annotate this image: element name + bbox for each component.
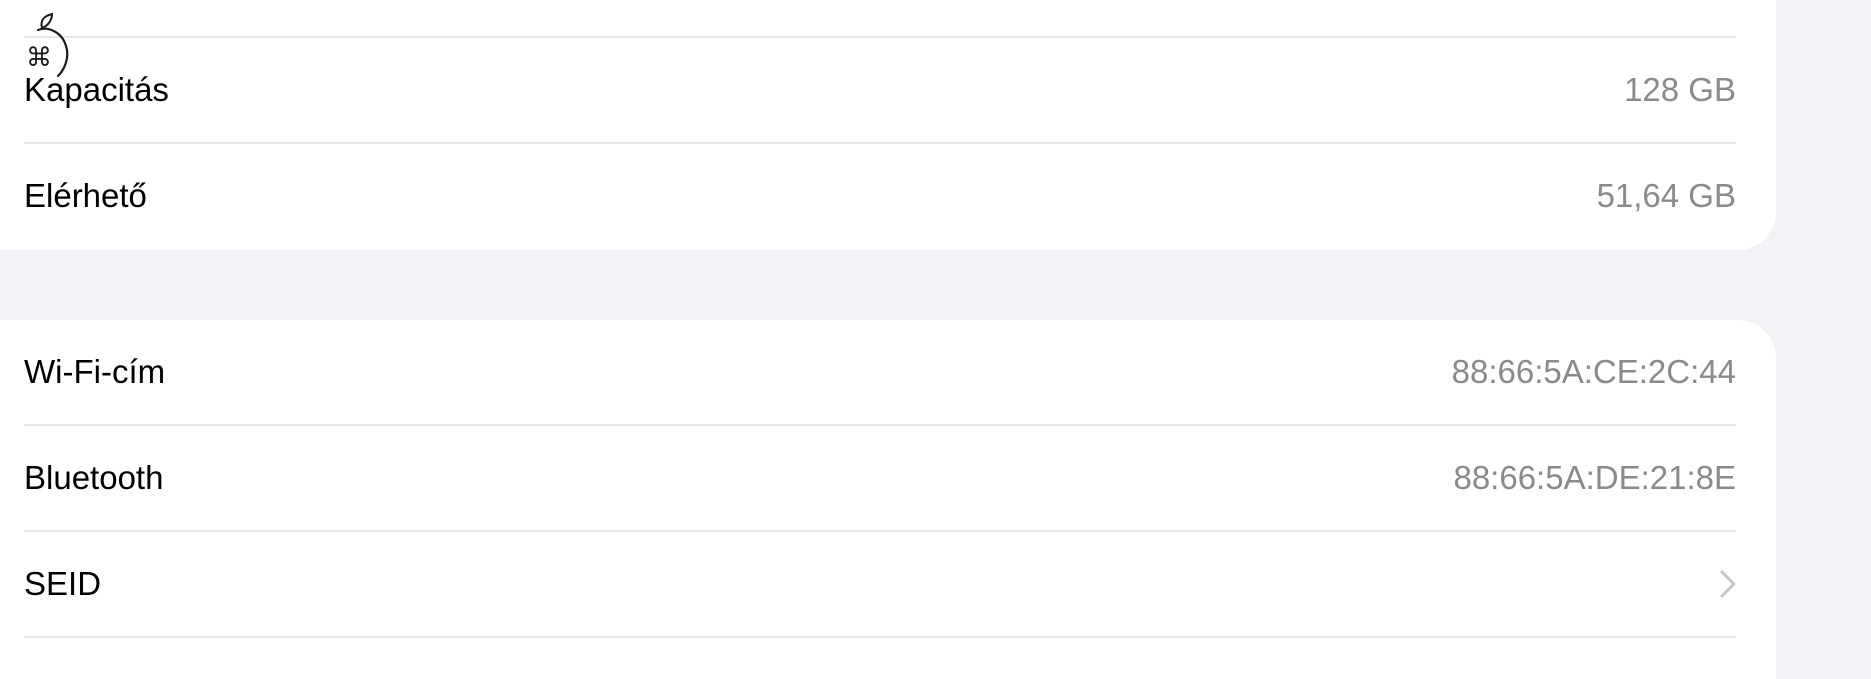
capacity-value: 128 GB: [1624, 71, 1736, 108]
right-gutter: [1776, 0, 1871, 679]
capacity-row: Kapacitás 128 GB: [24, 38, 1736, 142]
available-row: Elérhető 51,64 GB: [24, 144, 1736, 248]
storage-group: Kapacitás 128 GB Elérhető 51,64 GB: [0, 0, 1776, 250]
available-label: Elérhető: [24, 177, 147, 214]
seid-label: SEID: [24, 565, 102, 602]
bluetooth-row: Bluetooth 88:66:5A:DE:21:8E: [24, 426, 1736, 530]
command-icon: ⌘: [26, 43, 52, 73]
seid-row[interactable]: SEID: [24, 532, 1736, 636]
wifi-address-row: Wi-Fi-cím 88:66:5A:CE:2C:44: [24, 320, 1736, 424]
wifi-address-label: Wi-Fi-cím: [24, 353, 166, 390]
chevron-right-icon: [1710, 568, 1736, 600]
wifi-address-value: 88:66:5A:CE:2C:44: [1451, 353, 1736, 390]
bluetooth-label: Bluetooth: [24, 459, 164, 496]
bluetooth-value: 88:66:5A:DE:21:8E: [1453, 459, 1736, 496]
available-value: 51,64 GB: [1596, 177, 1736, 214]
separator: [24, 636, 1736, 638]
network-group: Wi-Fi-cím 88:66:5A:CE:2C:44 Bluetooth 88…: [0, 320, 1776, 679]
